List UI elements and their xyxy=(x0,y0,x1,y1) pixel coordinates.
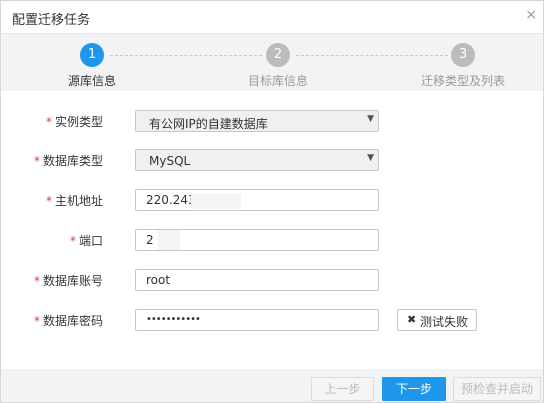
required-mark: * xyxy=(45,115,52,129)
port-value: 2 xyxy=(146,233,154,247)
row-instance-type: * 实例类型 有公网IP的自建数据库 ▼ xyxy=(1,109,543,133)
password-label-text: 数据库密码 xyxy=(42,314,103,328)
port-label-text: 端口 xyxy=(78,234,103,248)
step-connector-1 xyxy=(110,55,262,57)
step-1-circle: 1 xyxy=(80,43,104,67)
redaction-mask xyxy=(158,230,180,250)
account-label-text: 数据库账号 xyxy=(42,274,103,288)
dropdown-arrow-icon: ▼ xyxy=(367,153,374,163)
port-label: * 端口 xyxy=(70,232,103,249)
instance-type-label: * 实例类型 xyxy=(46,113,103,130)
row-port: * 端口 2 xyxy=(1,228,543,252)
prev-step-button[interactable]: 上一步 xyxy=(311,377,374,401)
account-input[interactable]: root xyxy=(135,269,379,291)
required-mark: * xyxy=(45,194,52,208)
step-3-label: 迁移类型及列表 xyxy=(421,74,506,88)
db-type-label-text: 数据库类型 xyxy=(42,154,103,168)
x-icon: ✖ xyxy=(407,313,417,326)
dialog-footer: 上一步 下一步 预检查并启动 xyxy=(1,369,543,402)
row-account: * 数据库账号 root xyxy=(1,268,543,292)
required-mark: * xyxy=(33,274,40,288)
required-mark: * xyxy=(33,154,40,168)
instance-type-label-text: 实例类型 xyxy=(54,115,103,129)
db-type-select[interactable]: MySQL ▼ xyxy=(135,149,379,171)
required-mark: * xyxy=(33,314,40,328)
password-label: * 数据库密码 xyxy=(34,312,103,329)
redaction-mask xyxy=(191,194,241,209)
required-mark: * xyxy=(69,234,76,248)
host-value: 220.243 xyxy=(146,193,196,207)
close-icon[interactable]: × xyxy=(525,8,537,22)
password-input[interactable]: ••••••••••• xyxy=(135,309,379,331)
instance-type-select[interactable]: 有公网IP的自建数据库 ▼ xyxy=(135,110,379,132)
password-value: ••••••••••• xyxy=(146,314,201,325)
precheck-start-button[interactable]: 预检查并启动 xyxy=(453,377,541,401)
step-1-label: 源库信息 xyxy=(68,74,117,88)
host-input[interactable]: 220.243 xyxy=(135,189,379,211)
host-label-text: 主机地址 xyxy=(54,194,103,208)
dialog-title: 配置迁移任务 xyxy=(12,13,91,28)
step-indicator: 1 2 3 源库信息 目标库信息 迁移类型及列表 xyxy=(1,34,543,91)
test-connection-label: 测试失败 xyxy=(420,315,469,329)
row-host: * 主机地址 220.243 xyxy=(1,188,543,212)
dropdown-arrow-icon: ▼ xyxy=(367,114,374,124)
step-2-label: 目标库信息 xyxy=(248,74,309,88)
row-db-type: * 数据库类型 MySQL ▼ xyxy=(1,148,543,172)
host-label: * 主机地址 xyxy=(46,192,103,209)
step-connector-2 xyxy=(296,55,448,57)
next-step-button[interactable]: 下一步 xyxy=(382,377,446,401)
step-2-circle: 2 xyxy=(266,43,290,67)
account-value: root xyxy=(146,273,171,287)
account-label: * 数据库账号 xyxy=(34,272,103,289)
test-connection-button[interactable]: ✖ 测试失败 xyxy=(397,309,477,331)
step-3-circle: 3 xyxy=(451,43,475,67)
dialog-titlebar: 配置迁移任务 × xyxy=(1,1,543,34)
config-migration-dialog: 配置迁移任务 × 1 2 3 源库信息 目标库信息 迁移类型及列表 * 实例类型 … xyxy=(0,0,544,403)
db-type-value: MySQL xyxy=(149,154,191,168)
db-type-label: * 数据库类型 xyxy=(34,152,103,169)
instance-type-value: 有公网IP的自建数据库 xyxy=(149,117,268,131)
